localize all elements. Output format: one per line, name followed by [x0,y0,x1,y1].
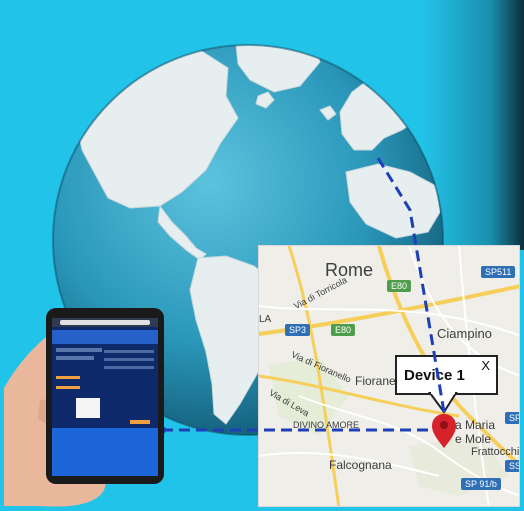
device-popup-title: Device 1 [404,367,465,384]
composite-scene: Rome Ciampino Via di Torricola LA Via di… [0,0,524,511]
road-shield-e80-a: E80 [387,280,412,292]
road-shield-sp77: SP77 [505,412,519,424]
map-label-divino-amore: DIVINO AMORE [293,420,360,430]
popup-close-button[interactable]: X [481,358,490,373]
map-label-frattocchie: Frattocchi [471,446,520,458]
device-popup[interactable]: Device 1 X [395,355,498,395]
map-label-la: LA [259,314,272,325]
road-shield-e80-b: E80 [331,324,356,336]
road-shield-sp91b: SP 91/b [461,478,501,490]
road-shield-sp511: SP511 [481,266,516,278]
map-label-santa-maria-1: a Maria [455,418,496,432]
road-shield-sp3: SP3 [285,324,311,336]
map-label-falcognana: Falcognana [329,458,392,472]
map-label-ciampino: Ciampino [437,326,492,341]
road-shield-ss7: SS7 [505,460,519,472]
map-label-rome: Rome [325,260,374,280]
map-label-santa-maria-2: e Mole [455,432,492,446]
